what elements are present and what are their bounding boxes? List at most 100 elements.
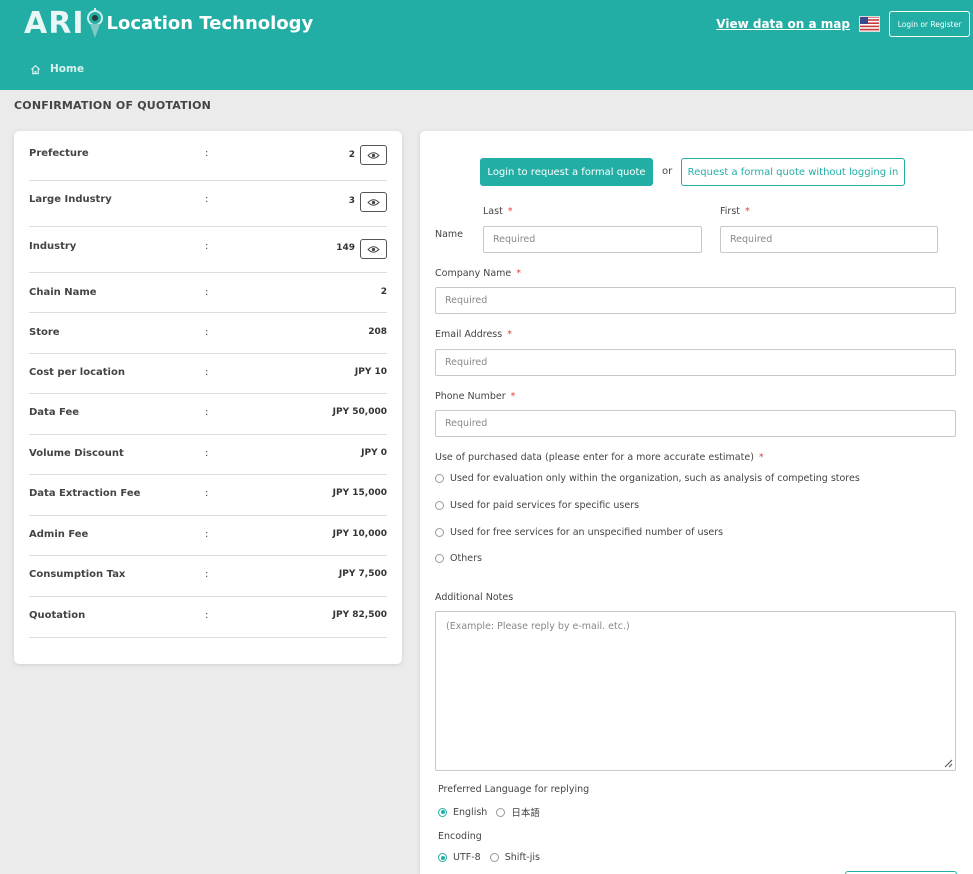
us-flag-icon[interactable] bbox=[859, 16, 880, 32]
request-quote-without-login-button[interactable]: Request a formal quote without logging i… bbox=[681, 158, 905, 186]
company-name-label: Company Name * bbox=[435, 268, 521, 279]
use-option-label: Used for paid services for specific user… bbox=[450, 500, 640, 511]
summary-row-data-extraction-fee: Data Extraction Fee : JPY 15,000 bbox=[29, 475, 387, 516]
language-option-japanese[interactable]: 日本語 bbox=[496, 805, 540, 819]
login-register-button[interactable]: Login or Register bbox=[889, 11, 970, 37]
notes-label: Additional Notes bbox=[435, 592, 514, 603]
encoding-option-label: UTF-8 bbox=[453, 852, 481, 863]
home-icon bbox=[30, 64, 41, 74]
view-prefecture-button[interactable] bbox=[360, 145, 387, 165]
language-option-label: 日本語 bbox=[511, 808, 540, 819]
row-separator: : bbox=[205, 569, 209, 580]
encoding-label: Encoding bbox=[438, 831, 482, 842]
view-large-industry-button[interactable] bbox=[360, 192, 387, 212]
summary-row-store: Store : 208 bbox=[29, 313, 387, 354]
row-separator: : bbox=[205, 529, 209, 540]
row-value: 149 bbox=[336, 243, 355, 253]
company-name-input[interactable]: Required bbox=[435, 287, 956, 314]
notes-placeholder: (Example: Please reply by e-mail. etc.) bbox=[446, 621, 630, 632]
row-label: Admin Fee bbox=[29, 529, 89, 540]
name-label: Name bbox=[435, 229, 464, 240]
encoding-option-shiftjis[interactable]: Shift-jis bbox=[489, 852, 540, 863]
language-label: Preferred Language for replying bbox=[438, 784, 590, 795]
summary-row-industry: Industry : 149 bbox=[29, 227, 387, 273]
summary-row-cost-per-location: Cost per location : JPY 10 bbox=[29, 354, 387, 394]
radio-button-selected[interactable] bbox=[438, 807, 447, 817]
top-header: ARI Location Technology View data on a m… bbox=[0, 0, 973, 90]
radio-button[interactable] bbox=[435, 528, 444, 537]
row-separator: : bbox=[205, 148, 209, 159]
use-option-label: Used for evaluation only within the orga… bbox=[450, 473, 860, 484]
row-label: Chain Name bbox=[29, 287, 97, 298]
radio-button[interactable] bbox=[435, 474, 444, 483]
phone-label: Phone Number * bbox=[435, 391, 516, 402]
resize-handle-icon[interactable] bbox=[943, 758, 953, 768]
row-separator: : bbox=[205, 327, 209, 338]
summary-row-quotation: Quotation : JPY 82,500 bbox=[29, 597, 387, 638]
encoding-option-utf8[interactable]: UTF-8 bbox=[438, 852, 481, 863]
use-option-free[interactable]: Used for free services for an unspecifie… bbox=[435, 527, 723, 538]
page-title: CONFIRMATION OF QUOTATION bbox=[14, 99, 212, 112]
phone-input[interactable]: Required bbox=[435, 410, 956, 437]
row-label: Industry bbox=[29, 241, 77, 252]
eye-icon bbox=[367, 245, 380, 253]
summary-row-large-industry: Large Industry : 3 bbox=[29, 181, 387, 227]
row-label: Data Fee bbox=[29, 407, 80, 418]
use-option-paid[interactable]: Used for paid services for specific user… bbox=[435, 500, 639, 511]
or-separator: or bbox=[662, 166, 673, 177]
use-of-data-label: Use of purchased data (please enter for … bbox=[435, 452, 764, 463]
summary-row-data-fee: Data Fee : JPY 50,000 bbox=[29, 394, 387, 435]
radio-button[interactable] bbox=[435, 554, 444, 563]
last-name-label: Last * bbox=[483, 206, 513, 217]
radio-button[interactable] bbox=[496, 807, 506, 817]
row-value: 3 bbox=[348, 196, 355, 206]
first-name-input[interactable]: Required bbox=[720, 226, 938, 253]
nav-home-label: Home bbox=[50, 63, 85, 75]
radio-button-selected[interactable] bbox=[438, 853, 447, 862]
row-value: JPY 15,000 bbox=[332, 488, 387, 498]
row-value: JPY 10,000 bbox=[332, 529, 387, 539]
use-option-others[interactable]: Others bbox=[435, 553, 482, 564]
summary-row-chain-name: Chain Name : 2 bbox=[29, 273, 387, 313]
eye-icon bbox=[367, 151, 380, 159]
radio-button[interactable] bbox=[435, 501, 444, 510]
row-label: Cost per location bbox=[29, 367, 125, 378]
nav-home[interactable]: Home bbox=[30, 63, 84, 75]
use-option-internal[interactable]: Used for evaluation only within the orga… bbox=[435, 473, 860, 484]
logo-pin-icon bbox=[86, 8, 104, 38]
email-input[interactable]: Required bbox=[435, 349, 956, 376]
encoding-option-label: Shift-jis bbox=[504, 852, 540, 863]
row-separator: : bbox=[205, 488, 209, 499]
summary-row-volume-discount: Volume Discount : JPY 0 bbox=[29, 435, 387, 475]
notes-textarea[interactable]: (Example: Please reply by e-mail. etc.) bbox=[435, 611, 956, 771]
row-value: JPY 7,500 bbox=[338, 569, 387, 579]
quotation-summary-card: Prefecture : 2 Large Industry : 3 Indust… bbox=[14, 131, 402, 664]
row-separator: : bbox=[205, 448, 209, 459]
radio-button[interactable] bbox=[489, 853, 499, 862]
login-request-quote-button[interactable]: Login to request a formal quote bbox=[480, 158, 653, 186]
row-label: Volume Discount bbox=[29, 448, 124, 459]
row-label: Prefecture bbox=[29, 148, 89, 159]
language-option-english[interactable]: English bbox=[438, 807, 487, 818]
last-name-input[interactable]: Required bbox=[483, 226, 702, 253]
row-value: JPY 10 bbox=[354, 367, 387, 377]
summary-row-consumption-tax: Consumption Tax : JPY 7,500 bbox=[29, 556, 387, 597]
language-option-label: English bbox=[453, 806, 488, 818]
row-separator: : bbox=[205, 407, 209, 418]
row-label: Quotation bbox=[29, 610, 86, 621]
row-separator: : bbox=[205, 194, 209, 205]
row-value: JPY 82,500 bbox=[332, 610, 387, 620]
first-name-label: First * bbox=[720, 206, 750, 217]
summary-row-prefecture: Prefecture : 2 bbox=[29, 131, 387, 181]
row-value: 2 bbox=[348, 150, 355, 160]
logo-letters: ARI bbox=[24, 5, 85, 41]
row-value: 208 bbox=[368, 327, 387, 337]
use-option-label: Used for free services for an unspecifie… bbox=[450, 527, 724, 538]
brand-name: Location Technology bbox=[106, 12, 314, 34]
language-options: English 日本語 bbox=[438, 805, 549, 819]
eye-icon bbox=[367, 198, 380, 206]
use-option-label: Others bbox=[450, 553, 482, 564]
view-industry-button[interactable] bbox=[360, 239, 387, 259]
brand-logo[interactable]: ARI Location Technology bbox=[24, 5, 314, 41]
view-map-link[interactable]: View data on a map bbox=[716, 17, 850, 31]
